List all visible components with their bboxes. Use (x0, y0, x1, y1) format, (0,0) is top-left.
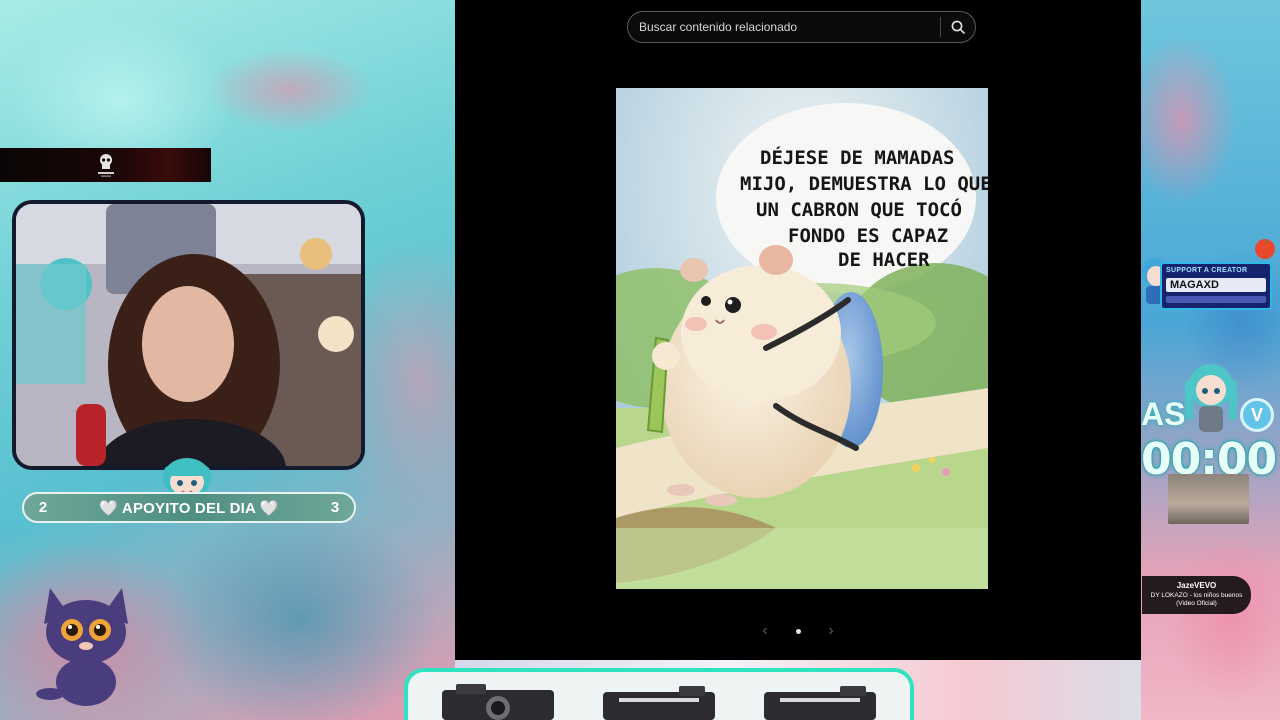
apoyito-right-count: 3 (330, 499, 340, 516)
camera-icon (602, 686, 715, 720)
search-bar (627, 11, 976, 43)
speech-line-2: MIJO, DEMUESTRA LO QUE (740, 173, 988, 195)
support-title: SUPPORT A CREATOR (1166, 267, 1248, 274)
support-creator-name: MAGAXD (1166, 278, 1266, 292)
camera-icon (763, 686, 876, 720)
search-icon (951, 20, 965, 34)
post-image[interactable]: DÉJESE DE MAMADAS MIJO, DEMUESTRA LO QUE… (616, 88, 988, 589)
speech-line-5: DE HACER (838, 249, 930, 271)
cat-meme-photo (1168, 474, 1249, 524)
carousel-prev-button[interactable]: ‹ (755, 622, 775, 640)
webcam-feed (12, 200, 365, 470)
now-playing-track: DY LOKAZO - los niños buenos (Video Ofic… (1150, 592, 1243, 607)
speech-line-3: UN CABRON QUE TOCÓ (756, 197, 962, 221)
carousel-indicator-dot[interactable] (795, 628, 801, 634)
browser-content-panel: DÉJESE DE MAMADAS MIJO, DEMUESTRA LO QUE… (455, 0, 1141, 660)
tomato-icon (1255, 239, 1275, 259)
camera-icon (442, 684, 555, 720)
speech-line-4: FONDO ES CAPAZ (788, 225, 948, 247)
search-button[interactable] (941, 12, 975, 42)
camera-decor-strip (404, 668, 914, 720)
now-playing-widget: JazeVEVO DY LOKAZO - los niños buenos (V… (1142, 576, 1251, 614)
purple-cat-mascot-icon (36, 588, 128, 706)
speech-line-1: DÉJESE DE MAMADAS (760, 146, 954, 169)
webcam-scene (16, 204, 361, 466)
carousel-next-button[interactable]: › (821, 622, 841, 640)
apoyito-label: 🤍 APOYITO DEL DIA 🤍 (99, 499, 279, 517)
streamer-logo-banner (0, 148, 211, 182)
apoyito-del-dia-bar: 2 🤍 APOYITO DEL DIA 🤍 3 (22, 492, 356, 523)
search-input[interactable] (628, 12, 940, 42)
support-progress-bar (1166, 296, 1266, 303)
skull-logo-icon (97, 154, 114, 177)
now-playing-artist: JazeVEVO (1176, 581, 1217, 590)
hamster-illustration: DÉJESE DE MAMADAS MIJO, DEMUESTRA LO QUE… (616, 88, 988, 589)
support-a-creator-card: SUPPORT A CREATOR MAGAXD (1160, 262, 1272, 310)
carousel-navigation: ‹ › (755, 620, 841, 642)
overlay-partial-text: AS (1141, 396, 1186, 432)
apoyito-left-count: 2 (38, 499, 48, 516)
v-badge-icon: V (1240, 398, 1274, 432)
